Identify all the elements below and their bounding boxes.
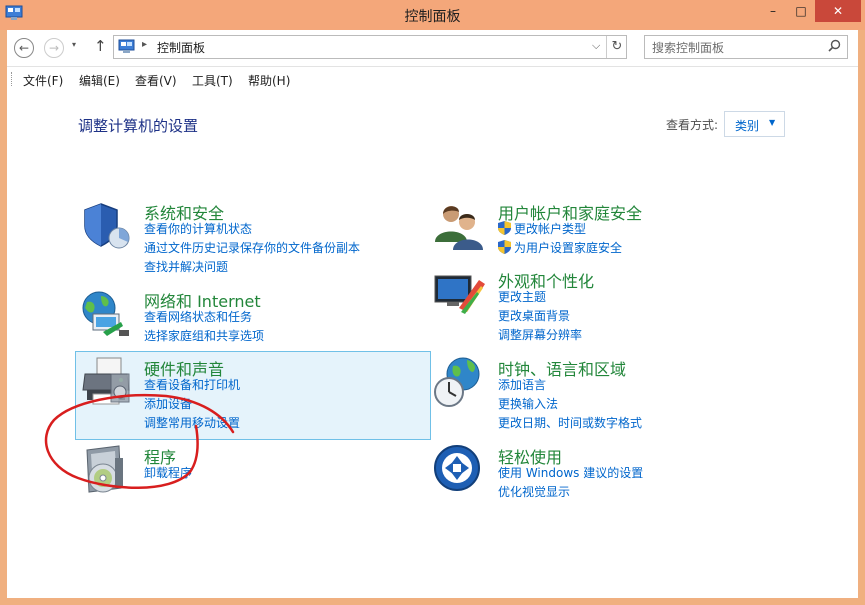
monitor-paint-icon[interactable] <box>433 268 487 322</box>
category-link[interactable]: 添加语言 <box>498 376 546 393</box>
navigation-bar: ← → ▾ ↑ ▸ 控制面板 ⌵ ↻ 搜索控制面板 <box>7 30 858 66</box>
menu-edit[interactable]: 编辑(E) <box>79 72 120 89</box>
category-link[interactable]: 更换输入法 <box>498 395 558 412</box>
caret-down-icon: ▼ <box>769 118 776 127</box>
category-link[interactable]: 调整屏幕分辨率 <box>498 326 582 343</box>
search-input[interactable]: 搜索控制面板 <box>644 35 848 59</box>
menu-tools[interactable]: 工具(T) <box>192 72 233 89</box>
network-globe-icon[interactable] <box>79 288 133 342</box>
category-link[interactable]: 为用户设置家庭安全 <box>498 239 622 256</box>
printer-icon[interactable] <box>79 356 133 410</box>
maximize-button[interactable]: □ <box>787 0 815 22</box>
view-by-dropdown[interactable]: 类别 ▼ <box>724 111 785 137</box>
address-dropdown-icon[interactable]: ⌵ <box>592 39 600 53</box>
category-link[interactable]: 查看网络状态和任务 <box>144 308 252 325</box>
category-link[interactable]: 优化视觉显示 <box>498 483 570 500</box>
category-link[interactable]: 更改主题 <box>498 288 546 305</box>
category-link[interactable]: 卸载程序 <box>144 464 192 481</box>
menu-bar: 文件(F) 编辑(E) 查看(V) 工具(T) 帮助(H) <box>7 66 858 93</box>
category-link[interactable]: 查找并解决问题 <box>144 258 228 275</box>
uac-shield-icon <box>498 221 511 235</box>
page-title: 调整计算机的设置 <box>78 117 199 135</box>
menu-file[interactable]: 文件(F) <box>23 72 63 89</box>
main-content: 调整计算机的设置 查看方式: 类别 ▼ 系统和安全 查看你的计算机状态 通过文件… <box>7 92 858 598</box>
category-link[interactable]: 查看你的计算机状态 <box>144 220 252 237</box>
address-bar[interactable]: ▸ 控制面板 ⌵ ↻ <box>113 35 627 59</box>
menu-help[interactable]: 帮助(H) <box>248 72 290 89</box>
refresh-button[interactable]: ↻ <box>606 36 627 58</box>
control-panel-icon <box>118 39 135 53</box>
back-button[interactable]: ← <box>14 38 34 58</box>
category-link[interactable]: 选择家庭组和共享选项 <box>144 327 264 344</box>
view-by-value: 类别 <box>735 119 760 133</box>
view-by-label: 查看方式: <box>666 118 719 132</box>
programs-disc-icon[interactable] <box>79 444 133 498</box>
window-title: 控制面板 <box>404 9 461 25</box>
category-link[interactable]: 更改帐户类型 <box>498 220 586 237</box>
category-link[interactable]: 更改日期、时间或数字格式 <box>498 414 642 431</box>
category-link-text[interactable]: 为用户设置家庭安全 <box>514 241 622 255</box>
category-link[interactable]: 使用 Windows 建议的设置 <box>498 464 643 481</box>
menu-grip <box>11 72 13 86</box>
category-link[interactable]: 调整常用移动设置 <box>144 414 240 431</box>
title-bar: 控制面板 – □ ✕ <box>0 0 865 30</box>
minimize-button[interactable]: – <box>759 0 787 22</box>
ease-of-access-icon[interactable] <box>433 444 487 498</box>
search-icon[interactable] <box>828 39 841 52</box>
category-link[interactable]: 更改桌面背景 <box>498 307 570 324</box>
window-client: ← → ▾ ↑ ▸ 控制面板 ⌵ ↻ 搜索控制面板 文件(F) 编辑(E) 查看… <box>7 30 858 598</box>
users-icon[interactable] <box>433 200 487 254</box>
forward-button[interactable]: → <box>44 38 64 58</box>
category-link-text[interactable]: 更改帐户类型 <box>514 222 586 236</box>
close-button[interactable]: ✕ <box>815 0 861 22</box>
category-link[interactable]: 查看设备和打印机 <box>144 376 240 393</box>
uac-shield-icon <box>498 240 511 254</box>
breadcrumb-separator-icon[interactable]: ▸ <box>142 39 147 50</box>
search-placeholder: 搜索控制面板 <box>652 41 725 55</box>
clock-globe-icon[interactable] <box>433 356 487 410</box>
shield-icon[interactable] <box>79 200 133 254</box>
category-link[interactable]: 添加设备 <box>144 395 192 412</box>
recent-locations-dropdown[interactable]: ▾ <box>72 40 76 49</box>
up-button[interactable]: ↑ <box>94 37 107 55</box>
watermark: CSDN @孤单奋斗的小鸟 <box>633 579 808 597</box>
category-link[interactable]: 通过文件历史记录保存你的文件备份副本 <box>144 239 360 256</box>
menu-view[interactable]: 查看(V) <box>135 72 177 89</box>
breadcrumb-control-panel[interactable]: 控制面板 <box>157 39 205 56</box>
